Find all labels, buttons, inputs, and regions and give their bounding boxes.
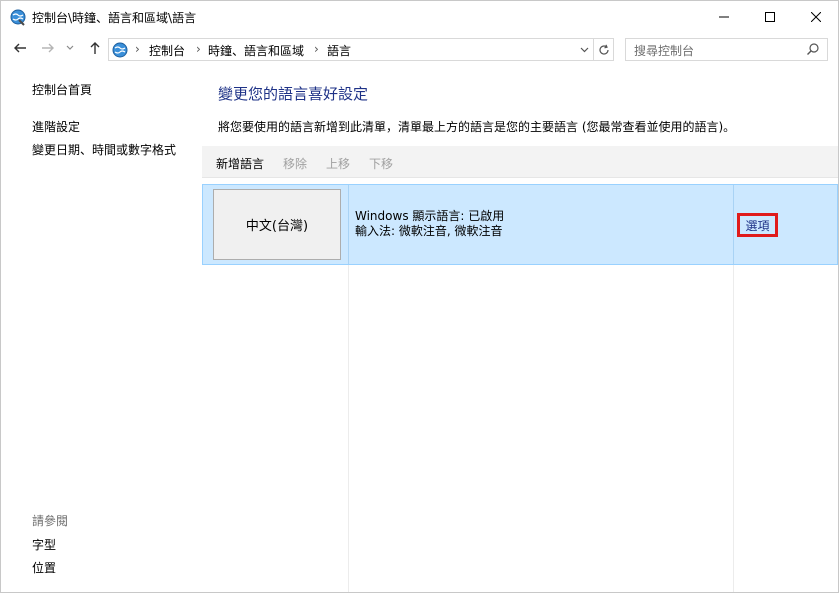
breadcrumb-clock-language-region[interactable]: 時鐘、語言和區域	[208, 42, 304, 59]
breadcrumb-separator: ›	[135, 42, 140, 56]
fonts-link[interactable]: 字型	[32, 536, 56, 553]
breadcrumb-separator: ›	[196, 42, 201, 56]
refresh-button[interactable]	[593, 39, 613, 60]
maximize-button[interactable]	[747, 1, 793, 32]
navigation-bar: › 控制台 › 時鐘、語言和區域 › 語言 搜尋控制台	[1, 32, 838, 64]
column-divider	[733, 185, 734, 264]
control-panel-globe-icon	[9, 8, 27, 26]
refresh-icon	[598, 44, 609, 55]
control-panel-home-link[interactable]: 控制台首頁	[32, 81, 92, 98]
close-button[interactable]	[793, 1, 839, 32]
back-button[interactable]	[10, 38, 30, 58]
language-name-tile[interactable]: 中文(台灣)	[213, 189, 341, 260]
page-description: 將您要使用的語言新增到此清單，清單最上方的語言是您的主要語言 (您最常查看並使用…	[218, 120, 736, 134]
chevron-down-icon	[580, 47, 588, 52]
page-title: 變更您的語言喜好設定	[218, 85, 369, 103]
language-options-link[interactable]: 選項	[737, 213, 778, 237]
up-button[interactable]	[85, 38, 105, 58]
main-content: 變更您的語言喜好設定 將您要使用的語言新增到此清單，清單最上方的語言是您的主要語…	[202, 64, 838, 592]
arrow-up-icon	[90, 42, 100, 54]
minimize-button[interactable]	[701, 1, 747, 32]
remove-button[interactable]: 移除	[283, 155, 307, 172]
forward-button[interactable]	[38, 38, 58, 58]
arrow-left-icon	[14, 43, 26, 53]
language-details: Windows 顯示語言: 已啟用 輸入法: 微軟注音, 微軟注音	[355, 209, 504, 239]
control-panel-window: 控制台\時鐘、語言和區域\語言 › 控制台 › 時鐘、語言和區域 › 語言 搜尋…	[0, 0, 839, 593]
add-language-button[interactable]: 新增語言	[216, 155, 264, 172]
change-date-time-format-link[interactable]: 變更日期、時間或數字格式	[32, 141, 176, 158]
chevron-down-icon	[66, 45, 74, 50]
address-dropdown-button[interactable]	[575, 40, 593, 59]
language-list-item[interactable]: 中文(台灣) Windows 顯示語言: 已啟用 輸入法: 微軟注音, 微軟注音…	[202, 184, 838, 265]
see-also-label: 請參閱	[32, 514, 69, 528]
language-toolbar: 新增語言 移除 上移 下移	[202, 146, 838, 178]
breadcrumb-control-panel[interactable]: 控制台	[149, 42, 185, 59]
location-link[interactable]: 位置	[32, 559, 56, 576]
column-divider	[348, 185, 349, 264]
move-down-button[interactable]: 下移	[369, 155, 393, 172]
left-navigation-pane: 控制台首頁 進階設定 變更日期、時間或數字格式 請參閱 字型 位置	[1, 64, 202, 592]
input-methods: 輸入法: 微軟注音, 微軟注音	[355, 224, 503, 238]
advanced-settings-link[interactable]: 進階設定	[32, 118, 80, 135]
display-language-status: Windows 顯示語言: 已啟用	[355, 209, 505, 223]
recent-locations-button[interactable]	[63, 38, 77, 58]
breadcrumb-language[interactable]: 語言	[327, 42, 351, 59]
search-placeholder: 搜尋控制台	[634, 44, 695, 58]
search-icon[interactable]	[806, 42, 822, 58]
move-up-button[interactable]: 上移	[326, 155, 350, 172]
control-panel-globe-icon	[111, 41, 129, 59]
arrow-right-icon	[42, 43, 54, 53]
address-bar[interactable]: › 控制台 › 時鐘、語言和區域 › 語言	[108, 38, 614, 61]
search-box[interactable]: 搜尋控制台	[625, 38, 828, 61]
window-title: 控制台\時鐘、語言和區域\語言	[32, 11, 197, 25]
breadcrumb-separator: ›	[314, 42, 319, 56]
title-bar: 控制台\時鐘、語言和區域\語言	[1, 1, 838, 32]
